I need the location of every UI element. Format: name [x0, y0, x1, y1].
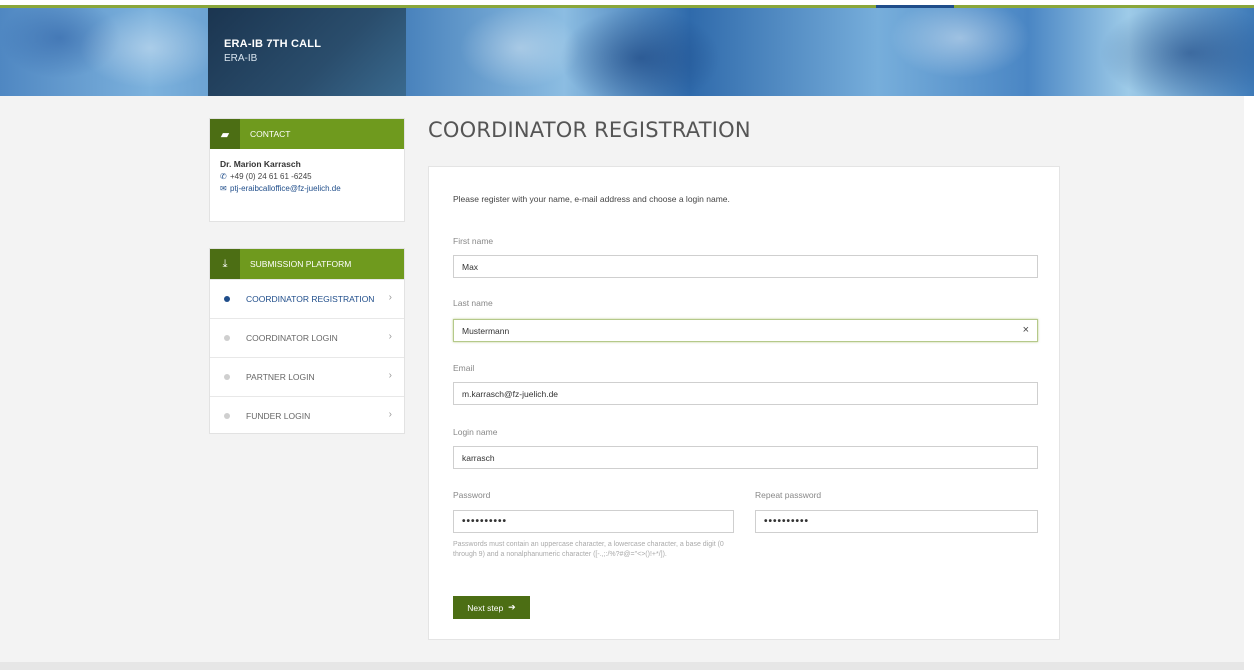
- clear-icon[interactable]: ×: [1023, 324, 1029, 336]
- nav-coordinator-login[interactable]: COORDINATOR LOGIN ›: [210, 318, 404, 357]
- contact-panel: ▰ CONTACT Dr. Marion Karrasch ✆ +49 (0) …: [209, 118, 405, 222]
- nav-bullet-icon: [224, 374, 230, 380]
- repeat-password-value: ••••••••••: [764, 516, 810, 527]
- site-title: ERA-IB 7TH CALL: [224, 38, 322, 50]
- chevron-right-icon: ›: [388, 370, 392, 381]
- contact-email-link[interactable]: ptj-eraibcalloffice@fz-juelich.de: [230, 184, 341, 193]
- next-step-button[interactable]: Next step ➔: [453, 596, 530, 619]
- submission-panel: ⤓ SUBMISSION PLATFORM COORDINATOR REGIST…: [209, 248, 405, 434]
- nav-funder-login[interactable]: FUNDER LOGIN ›: [210, 396, 404, 435]
- registration-form: Please register with your name, e-mail a…: [428, 166, 1060, 640]
- nav-bullet-icon: [224, 296, 230, 302]
- nav-bullet-icon: [224, 413, 230, 419]
- login-name-label: Login name: [453, 427, 498, 437]
- contact-header-label: CONTACT: [250, 129, 291, 139]
- email-value: m.karrasch@fz-juelich.de: [462, 388, 559, 399]
- repeat-password-label: Repeat password: [755, 490, 822, 500]
- banner-title-box[interactable]: ERA-IB 7TH CALL ERA-IB: [208, 8, 406, 96]
- nav-label: PARTNER LOGIN: [246, 372, 315, 382]
- header-banner: [0, 8, 1254, 96]
- contact-name: Dr. Marion Karrasch: [220, 159, 301, 169]
- repeat-password-input[interactable]: ••••••••••: [755, 510, 1038, 533]
- nav-coordinator-registration[interactable]: COORDINATOR REGISTRATION ›: [210, 279, 404, 318]
- page-bottom-bar: [0, 662, 1244, 670]
- submission-header: ⤓ SUBMISSION PLATFORM: [210, 249, 404, 279]
- email-label: Email: [453, 363, 475, 373]
- nav-label: COORDINATOR REGISTRATION: [246, 294, 375, 304]
- site-subtitle: ERA-IB: [224, 53, 258, 64]
- next-step-label: Next step: [467, 602, 504, 613]
- password-hint: Passwords must contain an uppercase char…: [453, 541, 724, 558]
- last-name-value: Mustermann: [462, 325, 510, 336]
- submission-header-label: SUBMISSION PLATFORM: [250, 259, 352, 269]
- contact-phone-row: ✆ +49 (0) 24 61 61 -6245: [220, 172, 404, 181]
- contact-card-icon: ▰: [210, 119, 240, 149]
- login-name-value: karrasch: [462, 452, 495, 463]
- chevron-right-icon: ›: [388, 331, 392, 342]
- password-value: ••••••••••: [462, 516, 508, 527]
- login-name-input[interactable]: karrasch: [453, 446, 1038, 469]
- contact-email-row[interactable]: ✉ ptj-eraibcalloffice@fz-juelich.de: [220, 184, 404, 193]
- last-name-input[interactable]: Mustermann ×: [453, 319, 1038, 342]
- nav-label: COORDINATOR LOGIN: [246, 333, 338, 343]
- download-icon: ⤓: [210, 249, 240, 279]
- first-name-input[interactable]: Max: [453, 255, 1038, 278]
- first-name-value: Max: [462, 261, 479, 272]
- last-name-label: Last name: [453, 298, 493, 308]
- arrow-right-icon: ➔: [508, 602, 516, 612]
- chevron-right-icon: ›: [388, 292, 392, 303]
- page-title: COORDINATOR REGISTRATION: [428, 118, 751, 142]
- password-label: Password: [453, 490, 491, 500]
- contact-header: ▰ CONTACT: [210, 119, 404, 149]
- envelope-icon: ✉: [220, 184, 227, 193]
- chevron-right-icon: ›: [388, 409, 392, 420]
- top-accent-bar: [0, 0, 1254, 8]
- first-name-label: First name: [453, 236, 494, 246]
- form-intro: Please register with your name, e-mail a…: [453, 194, 730, 204]
- phone-icon: ✆: [220, 172, 227, 181]
- nav-partner-login[interactable]: PARTNER LOGIN ›: [210, 357, 404, 396]
- email-input[interactable]: m.karrasch@fz-juelich.de: [453, 382, 1038, 405]
- contact-phone: +49 (0) 24 61 61 -6245: [230, 172, 312, 181]
- nav-bullet-icon: [224, 335, 230, 341]
- nav-label: FUNDER LOGIN: [246, 411, 311, 421]
- password-input[interactable]: ••••••••••: [453, 510, 734, 533]
- page-right-edge: [1244, 96, 1254, 670]
